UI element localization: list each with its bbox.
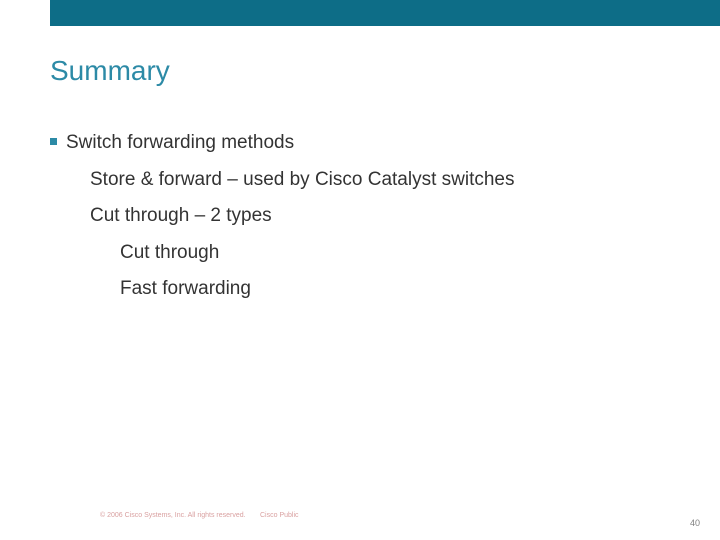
- bullet-text: Cut through: [120, 242, 219, 263]
- bullet-level2: Cut through – 2 types: [50, 203, 680, 230]
- bullet-square-icon: [50, 138, 57, 145]
- header-bar: [50, 0, 720, 26]
- copyright-text: © 2006 Cisco Systems, Inc. All rights re…: [100, 512, 246, 519]
- page-number: 40: [690, 518, 700, 528]
- slide-title: Summary: [50, 55, 170, 87]
- bullet-level3: Cut through: [50, 240, 680, 267]
- bullet-text: Switch forwarding methods: [66, 132, 294, 153]
- bullet-level3: Fast forwarding: [50, 276, 680, 303]
- bullet-text: Fast forwarding: [120, 278, 251, 299]
- bullet-level2: Store & forward – used by Cisco Catalyst…: [50, 167, 680, 194]
- footer: © 2006 Cisco Systems, Inc. All rights re…: [0, 512, 720, 528]
- bullet-text: Cut through – 2 types: [90, 205, 272, 226]
- bullet-text: Store & forward – used by Cisco Catalyst…: [90, 169, 515, 190]
- slide-content: Switch forwarding methods Store & forwar…: [50, 130, 680, 313]
- bullet-level1: Switch forwarding methods: [50, 130, 680, 157]
- classification-text: Cisco Public: [260, 512, 299, 519]
